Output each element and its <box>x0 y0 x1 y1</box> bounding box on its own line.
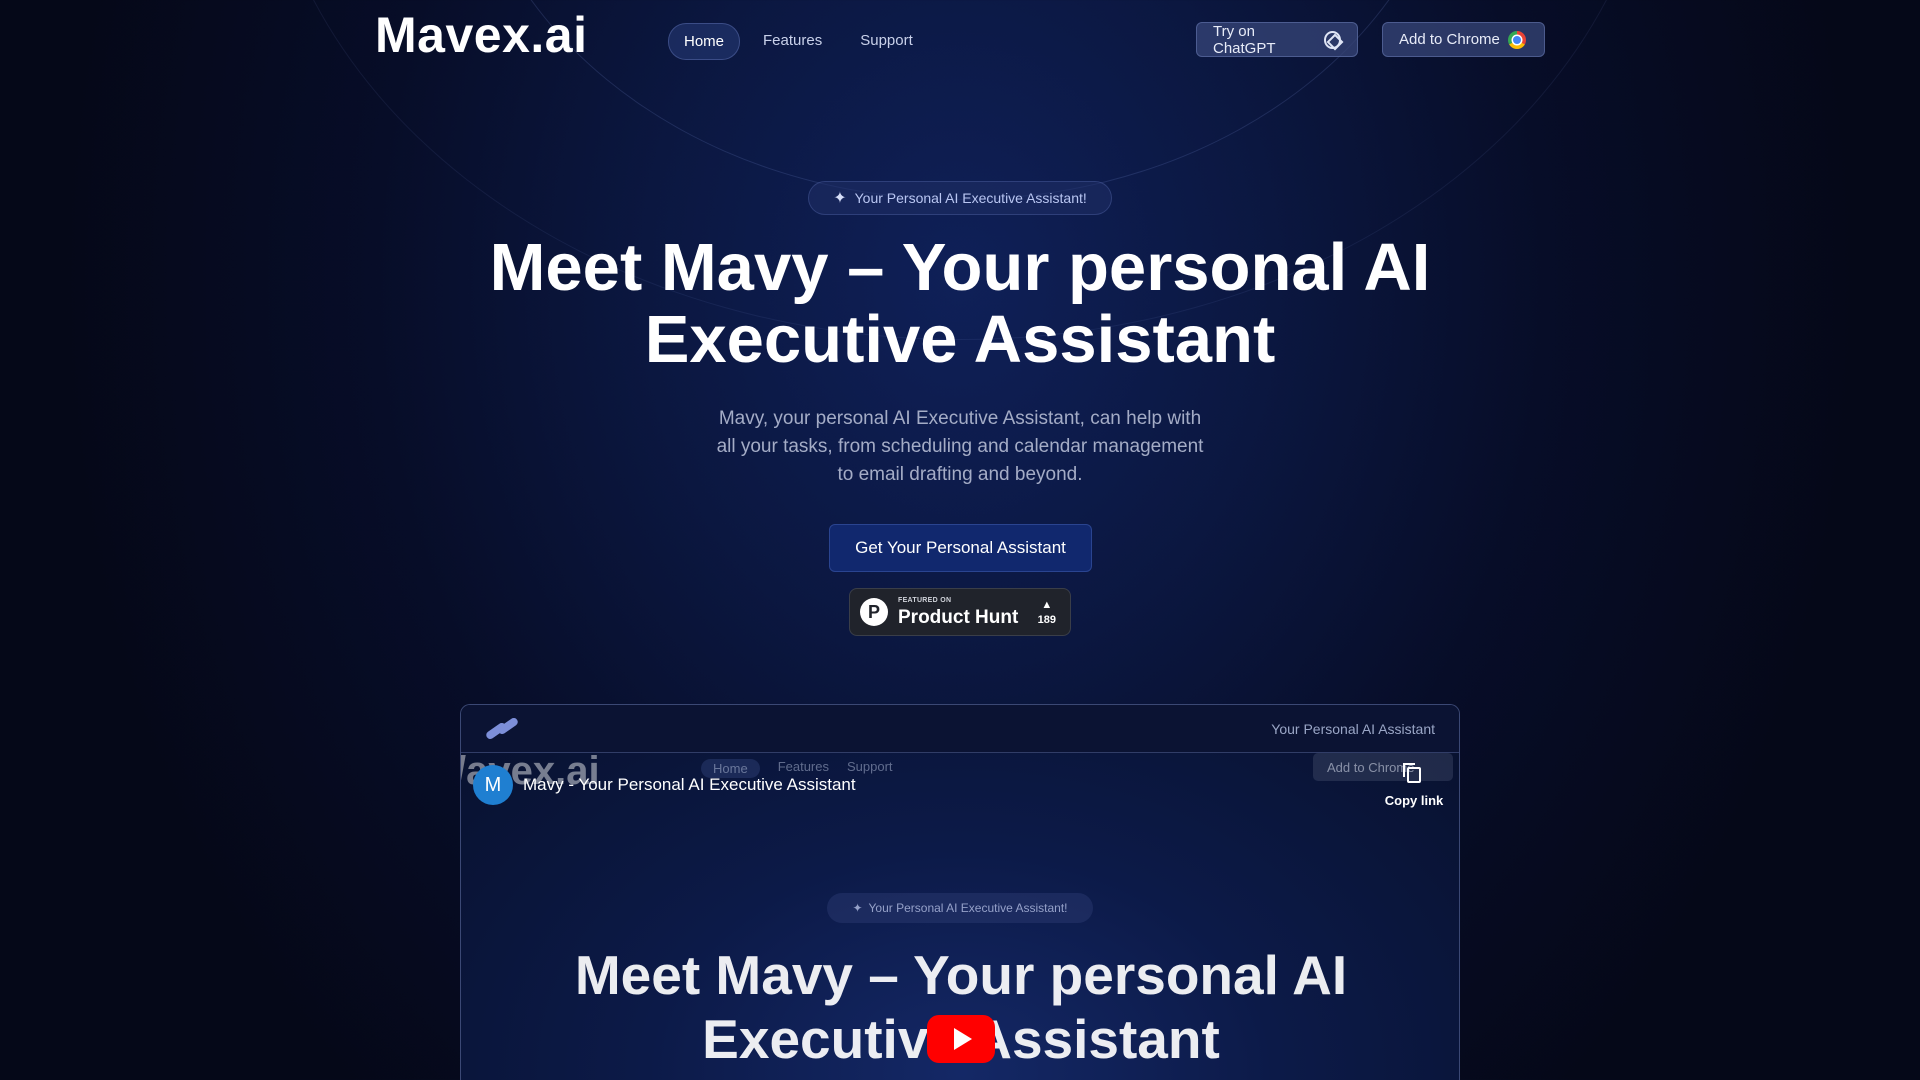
product-hunt-featured: FEATURED ON <box>898 597 952 604</box>
copy-icon <box>1403 763 1421 783</box>
video-frame-badge: ✦ Your Personal AI Executive Assistant! <box>827 893 1093 923</box>
nav-home[interactable]: Home <box>668 23 741 60</box>
try-chatgpt-button[interactable]: Try on ChatGPT <box>1196 22 1358 57</box>
get-assistant-button[interactable]: Get Your Personal Assistant <box>829 524 1092 572</box>
product-hunt-icon: P <box>860 598 888 626</box>
nav-support[interactable]: Support <box>845 23 928 60</box>
add-to-chrome-button[interactable]: Add to Chrome <box>1382 22 1545 57</box>
youtube-play-button[interactable] <box>927 1015 995 1063</box>
mavex-mark-icon <box>484 715 523 741</box>
hero-subtitle: Mavy, your personal AI Executive Assista… <box>700 405 1220 489</box>
hero-title: Meet Mavy – Your personal AI Executive A… <box>460 232 1460 376</box>
youtube-embed[interactable]: /avex.ai Home Features Support Add to Ch… <box>461 749 1459 1080</box>
nav-features[interactable]: Features <box>748 23 837 60</box>
video-frame-badge-label: Your Personal AI Executive Assistant! <box>868 901 1068 915</box>
video-panel-header: Your Personal AI Assistant <box>461 705 1459 753</box>
chrome-icon <box>1507 30 1526 49</box>
hero-badge: ✦ Your Personal AI Executive Assistant! <box>808 181 1112 215</box>
openai-icon <box>1323 30 1341 49</box>
sparkle-icon: ✦ <box>833 190 847 207</box>
channel-avatar[interactable]: M <box>473 765 513 805</box>
hero-subtitle-line1: Mavy, your personal AI Executive Assista… <box>718 408 1202 429</box>
copy-link-label: Copy link <box>1384 793 1444 808</box>
copy-link-button[interactable]: Copy link <box>1379 763 1449 808</box>
video-frame-hero-line1: Meet Mavy – Your personal AI <box>574 944 1348 1006</box>
try-chatgpt-label: Try on ChatGPT <box>1213 22 1276 57</box>
video-panel: Your Personal AI Assistant /avex.ai Home… <box>460 704 1460 1080</box>
upvote-icon: ▲ <box>1041 598 1053 611</box>
main-nav: Home Features Support <box>668 23 928 60</box>
hero-badge-label: Your Personal AI Executive Assistant! <box>854 190 1087 206</box>
hero-title-line2: Executive Assistant <box>644 302 1276 377</box>
video-title[interactable]: Mavy - Your Personal AI Executive Assist… <box>523 775 856 795</box>
product-hunt-vote-count: 189 <box>1037 613 1056 626</box>
hero-title-line1: Meet Mavy – Your personal AI <box>489 230 1431 305</box>
product-hunt-name: Product Hunt <box>898 607 1019 628</box>
add-to-chrome-label: Add to Chrome <box>1399 31 1500 48</box>
product-hunt-votes: ▲ 189 <box>1038 599 1056 626</box>
product-hunt-badge[interactable]: P FEATURED ON Product Hunt ▲ 189 <box>849 588 1071 636</box>
hero-subtitle-line3: to email drafting and beyond. <box>837 464 1083 485</box>
video-sparkle-icon: ✦ <box>852 901 863 915</box>
product-hunt-text: FEATURED ON Product Hunt <box>898 597 1018 627</box>
hero-subtitle-line2: all your tasks, from scheduling and cale… <box>716 436 1204 457</box>
brand-logo[interactable]: Mavex.ai <box>375 6 587 64</box>
video-panel-header-text: Your Personal AI Assistant <box>1271 720 1435 737</box>
